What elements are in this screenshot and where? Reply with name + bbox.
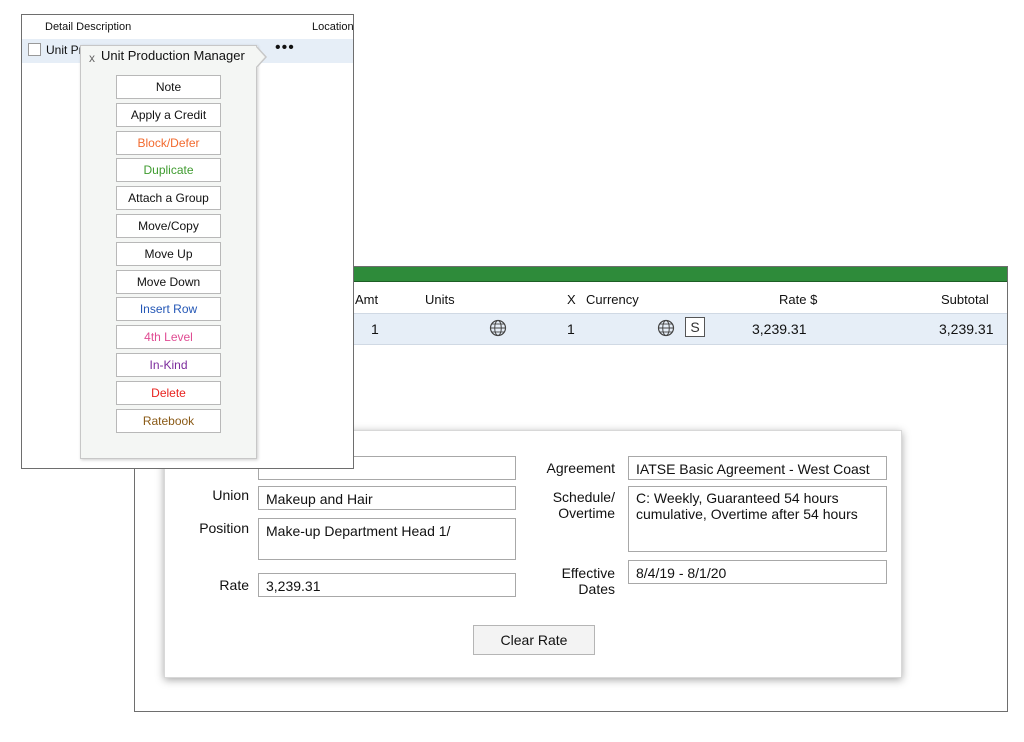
column-header-amt[interactable]: Amt [355,292,378,307]
row-select-checkbox[interactable] [28,43,41,56]
rate-label: Rate [219,577,249,593]
column-header-units[interactable]: Units [425,292,455,307]
popup-column-header: Detail Description Location [22,15,354,39]
menu-item-delete-button[interactable]: Delete [116,380,221,405]
position-label: Position [199,520,249,536]
menu-item-move-copy-button[interactable]: Move/Copy [116,214,221,238]
position-field[interactable]: Make-up Department Head 1/ [258,518,516,560]
clear-rate-button[interactable]: Clear Rate [473,625,595,655]
rate-field[interactable]: 3,239.31 [258,573,516,597]
detail-description-header[interactable]: Detail Description [45,21,131,33]
menu-item-duplicate-button[interactable]: Duplicate [116,158,221,183]
rate-cell[interactable]: 3,239.31 [752,321,807,337]
menu-pointer-arrow-fill [255,46,265,68]
column-header-subtotal[interactable]: Subtotal [941,292,989,307]
effective-dates-field[interactable]: 8/4/19 - 8/1/20 [628,560,887,584]
row-context-menu: x Unit Production Manager Note Apply a Cr… [80,45,267,459]
menu-item-ratebook-button[interactable]: Ratebook [116,408,221,433]
menu-item-move-up-button[interactable]: Move Up [116,241,221,266]
menu-title-bar: x Unit Production Manager [81,46,258,68]
currency-dollar-icon[interactable]: S [685,317,705,337]
menu-item-note-button[interactable]: Note [116,75,221,99]
amt-cell[interactable]: 1 [371,321,379,337]
menu-item-insert-row-button[interactable]: Insert Row [116,297,221,322]
menu-item-block-defer-button[interactable]: Block/Defer [116,130,221,155]
agreement-field[interactable]: IATSE Basic Agreement - West Coast [628,456,887,480]
schedule-overtime-field[interactable]: C: Weekly, Guaranteed 54 hours cumulativ… [628,486,887,552]
column-header-x[interactable]: X [567,292,576,307]
effective-label-line1: Effective [561,565,615,581]
x-cell[interactable]: 1 [567,321,575,337]
effective-label-line2: Dates [578,581,615,597]
menu-item-apply-a-credit-button[interactable]: Apply a Credit [116,102,221,127]
agreement-label: Agreement [546,460,615,476]
units-globe-icon[interactable] [489,319,507,337]
union-field[interactable]: Makeup and Hair [258,486,516,510]
schedule-label-line2: Overtime [558,505,615,521]
menu-item-in-kind-button[interactable]: In-Kind [116,353,221,377]
union-label: Union [212,487,249,503]
menu-item-attach-a-group-button[interactable]: Attach a Group [116,186,221,211]
menu-item-move-down-button[interactable]: Move Down [116,269,221,294]
close-icon[interactable]: x [89,51,95,65]
column-header-currency[interactable]: Currency [586,292,639,307]
location-header[interactable]: Location [312,21,354,33]
menu-item-4th-level-button[interactable]: 4th Level [116,325,221,350]
currency-globe-icon[interactable] [657,319,675,337]
subtotal-cell: 3,239.31 [939,321,994,337]
menu-title: Unit Production Manager [101,48,245,63]
schedule-label-line1: Schedule/ [552,489,615,505]
more-options-icon[interactable]: ••• [275,39,295,57]
column-header-rate[interactable]: Rate $ [779,292,817,307]
row-description[interactable]: Unit Pr [46,43,83,57]
line-item-popup-window: Detail Description Location Unit Pr ••• … [21,14,354,469]
